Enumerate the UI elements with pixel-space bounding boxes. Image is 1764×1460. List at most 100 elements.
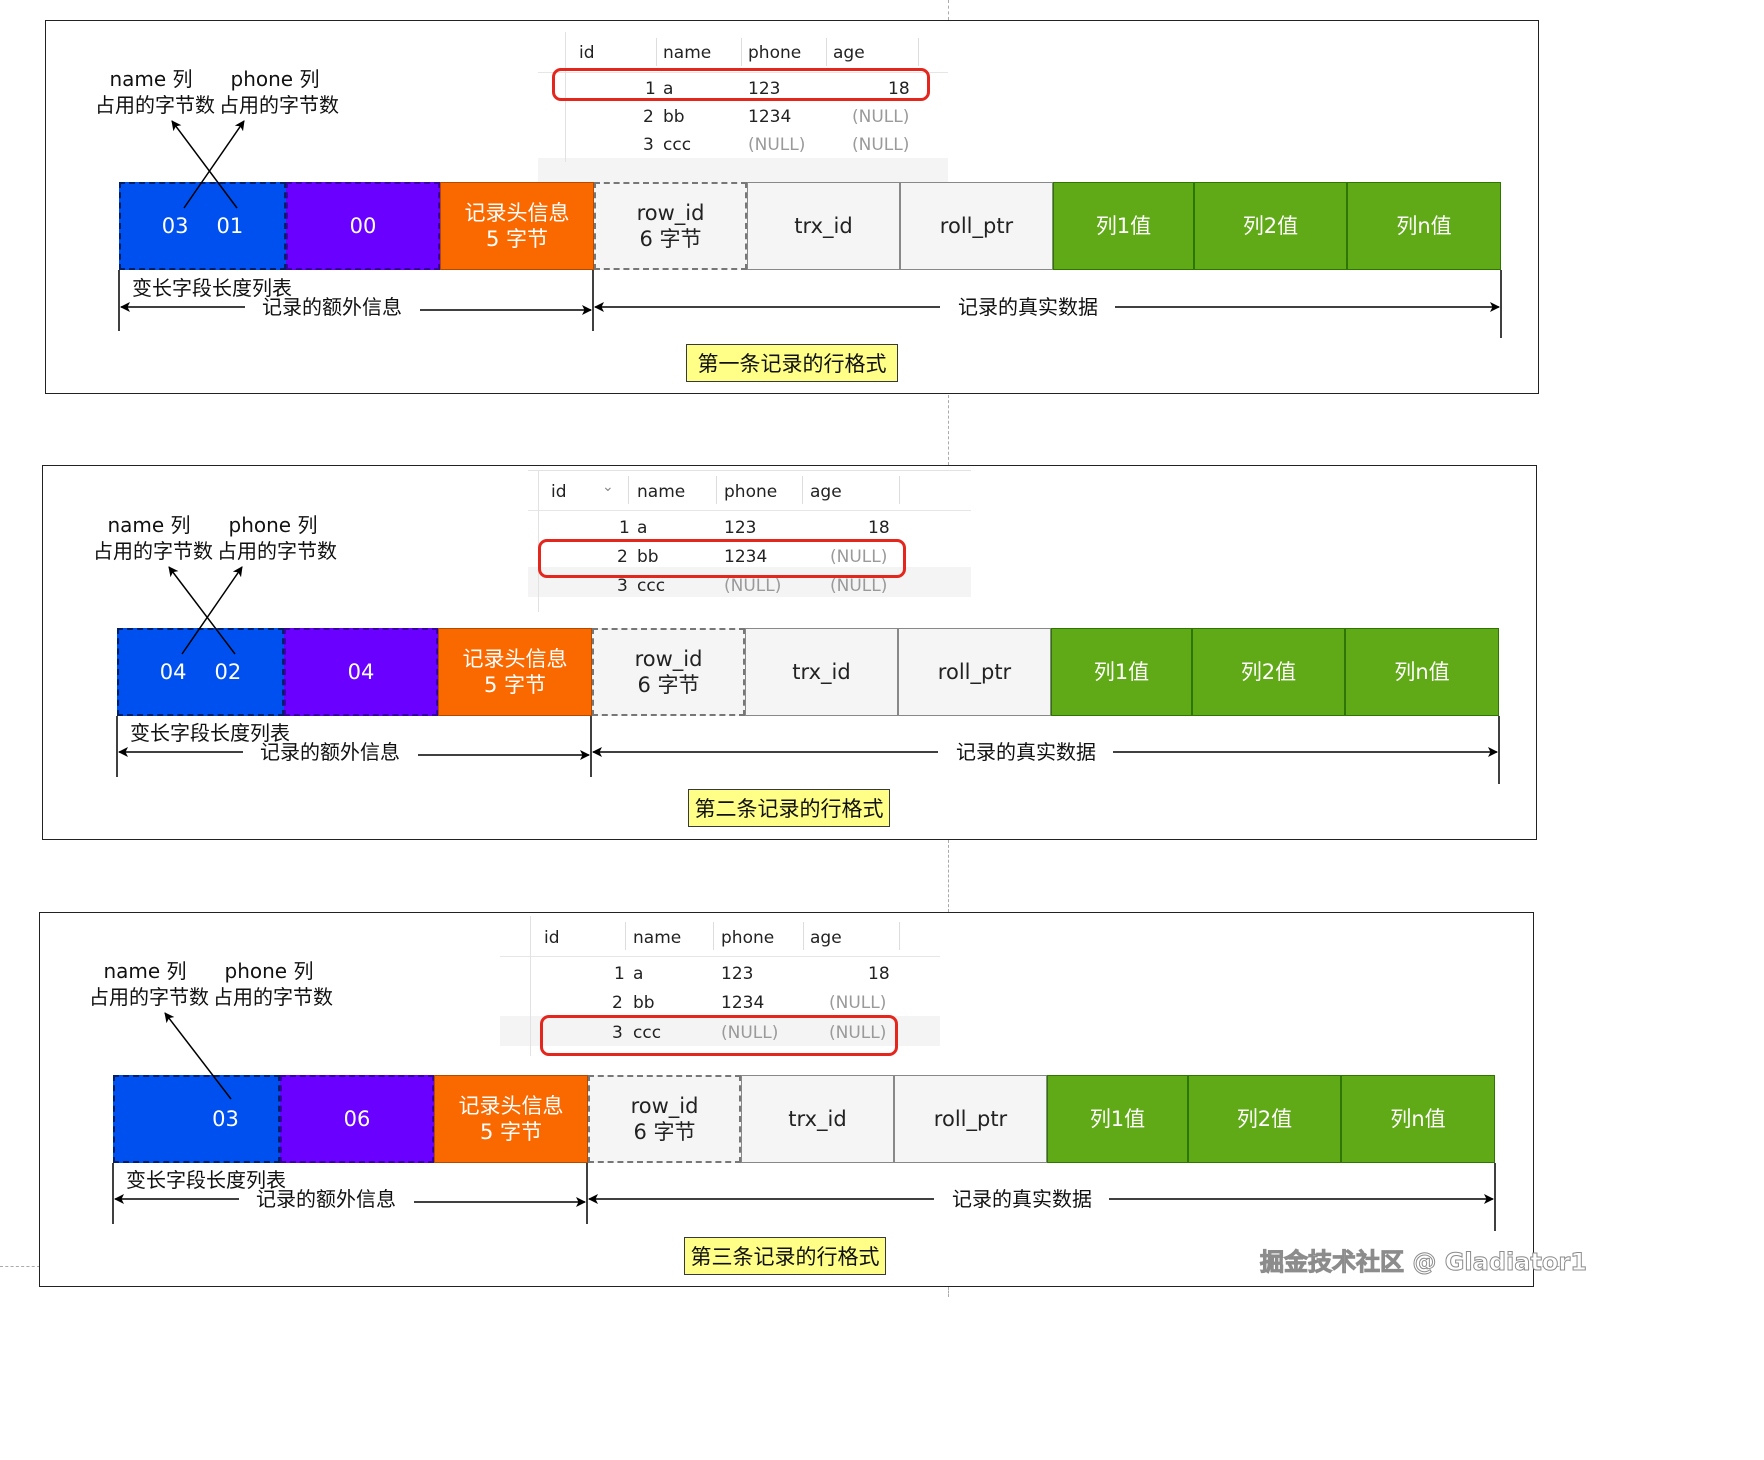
record-header-cell: 记录头信息 5 字节 <box>438 628 592 716</box>
cell-phone: 1234 <box>721 993 765 1013</box>
header-id: id <box>551 482 567 502</box>
coln-label: 列n值 <box>1390 1107 1446 1131</box>
cell-name: bb <box>633 993 655 1013</box>
col1-value-cell: 列1值 <box>1053 182 1194 270</box>
row-id-size: 6 字节 <box>637 673 700 697</box>
extra-info-label: 记录的额外信息 <box>260 740 400 764</box>
roll-ptr-cell: roll_ptr <box>894 1075 1047 1163</box>
coln-value-cell: 列n值 <box>1345 628 1499 716</box>
var-len-value-a: 04 <box>159 660 187 684</box>
trx-id-cell: trx_id <box>747 182 900 270</box>
cell-name: a <box>637 518 648 538</box>
header-name: name <box>637 482 686 502</box>
watermark: 掘金技术社区 @ Gladiator1 <box>1260 1248 1588 1277</box>
null-list-cell: 04 <box>284 628 438 716</box>
col1-label: 列1值 <box>1095 214 1152 238</box>
table-col-sep <box>713 922 714 950</box>
cell-id: 1 <box>619 518 630 538</box>
trx-id-cell: trx_id <box>741 1075 894 1163</box>
cell-phone: 1234 <box>748 107 792 127</box>
roll-ptr-cell: roll_ptr <box>898 628 1051 716</box>
cell-age: 18 <box>868 518 890 538</box>
roll-ptr-cell: roll_ptr <box>900 182 1053 270</box>
record-header-label: 记录头信息 <box>458 1094 564 1118</box>
name-col-label: name 列 占用的字节数 <box>89 958 209 1010</box>
name-col-label: name 列 占用的字节数 <box>95 66 215 118</box>
panel-caption-text: 第一条记录的行格式 <box>697 352 887 376</box>
phone-col-title: phone 列 <box>224 959 314 983</box>
trx-id-label: trx_id <box>792 660 851 684</box>
panel-caption-text: 第二条记录的行格式 <box>694 797 884 821</box>
panel-caption-text: 第三条记录的行格式 <box>690 1245 880 1269</box>
col2-label: 列2值 <box>1236 1107 1293 1131</box>
table-col-sep <box>628 476 629 504</box>
cell-id: 3 <box>617 576 628 596</box>
cell-age: (NULL) <box>830 576 888 596</box>
table-col-sep <box>803 922 804 950</box>
var-len-value-a: 03 <box>212 1107 239 1131</box>
phone-col-bytes: 占用的字节数 <box>219 93 339 117</box>
trx-id-label: trx_id <box>788 1107 847 1131</box>
row-id-label: row_id <box>630 1094 699 1118</box>
table-col-sep <box>899 476 900 504</box>
panel-caption: 第三条记录的行格式 <box>684 1237 886 1275</box>
name-col-bytes: 占用的字节数 <box>89 985 209 1009</box>
table-left-line <box>538 470 539 612</box>
cell-name: a <box>633 964 644 984</box>
record-header-cell: 记录头信息 5 字节 <box>440 182 594 270</box>
col2-label: 列2值 <box>1242 214 1299 238</box>
panel-caption: 第一条记录的行格式 <box>686 344 898 382</box>
trx-id-cell: trx_id <box>745 628 898 716</box>
header-age: age <box>810 482 842 502</box>
record-header-size: 5 字节 <box>483 673 547 697</box>
coln-label: 列n值 <box>1394 660 1450 684</box>
row-id-size: 6 字节 <box>633 1120 696 1144</box>
record-header-label: 记录头信息 <box>462 647 568 671</box>
table-header-line <box>500 956 940 957</box>
row-id-size: 6 字节 <box>639 227 702 251</box>
var-len-value-b: 02 <box>214 660 242 684</box>
cell-phone: 123 <box>721 964 754 984</box>
guide-line-1 <box>948 395 949 465</box>
record-header-size: 5 字节 <box>479 1120 543 1144</box>
phone-col-title: phone 列 <box>228 513 318 537</box>
col2-value-cell: 列2值 <box>1192 628 1345 716</box>
row-id-label: row_id <box>636 201 705 225</box>
table-col-sep <box>716 476 717 504</box>
cell-name: bb <box>663 107 685 127</box>
sort-chevron-icon: ⌄ <box>602 479 614 495</box>
null-list-cell: 00 <box>286 182 440 270</box>
var-len-value-a: 03 <box>161 214 189 238</box>
guide-line-bottom <box>948 1287 949 1297</box>
name-col-bytes: 占用的字节数 <box>93 539 213 563</box>
record-table: id ⌄ name phone age 1 a 123 18 2 bb 1234… <box>528 470 971 612</box>
cell-id: 2 <box>643 107 654 127</box>
real-data-label: 记录的真实数据 <box>956 740 1096 764</box>
null-list-cell: 06 <box>280 1075 434 1163</box>
header-name: name <box>663 43 712 63</box>
cell-age: 18 <box>868 964 890 984</box>
row-id-cell: row_id 6 字节 <box>588 1075 741 1163</box>
col1-value-cell: 列1值 <box>1051 628 1192 716</box>
table-col-sep <box>741 38 742 66</box>
header-phone: phone <box>721 928 775 948</box>
guide-line-left <box>0 1266 40 1267</box>
table-header-line <box>528 510 971 511</box>
col1-value-cell: 列1值 <box>1047 1075 1188 1163</box>
table-col-sep <box>826 38 827 66</box>
cell-id: 1 <box>614 964 625 984</box>
roll-ptr-label: roll_ptr <box>937 660 1012 684</box>
cell-phone: (NULL) <box>724 576 782 596</box>
highlight-row-3 <box>540 1015 898 1056</box>
header-phone: phone <box>724 482 778 502</box>
record-header-label: 记录头信息 <box>464 201 570 225</box>
highlight-row-2 <box>538 539 906 578</box>
cell-id: 2 <box>612 993 623 1013</box>
guide-line-top <box>948 0 949 20</box>
cell-phone: 123 <box>724 518 757 538</box>
cell-name: ccc <box>637 576 666 596</box>
name-col-title: name 列 <box>109 67 193 91</box>
table-top-line <box>528 470 971 471</box>
record-header-size: 5 字节 <box>485 227 549 251</box>
phone-col-label: phone 列 占用的字节数 <box>217 512 337 564</box>
